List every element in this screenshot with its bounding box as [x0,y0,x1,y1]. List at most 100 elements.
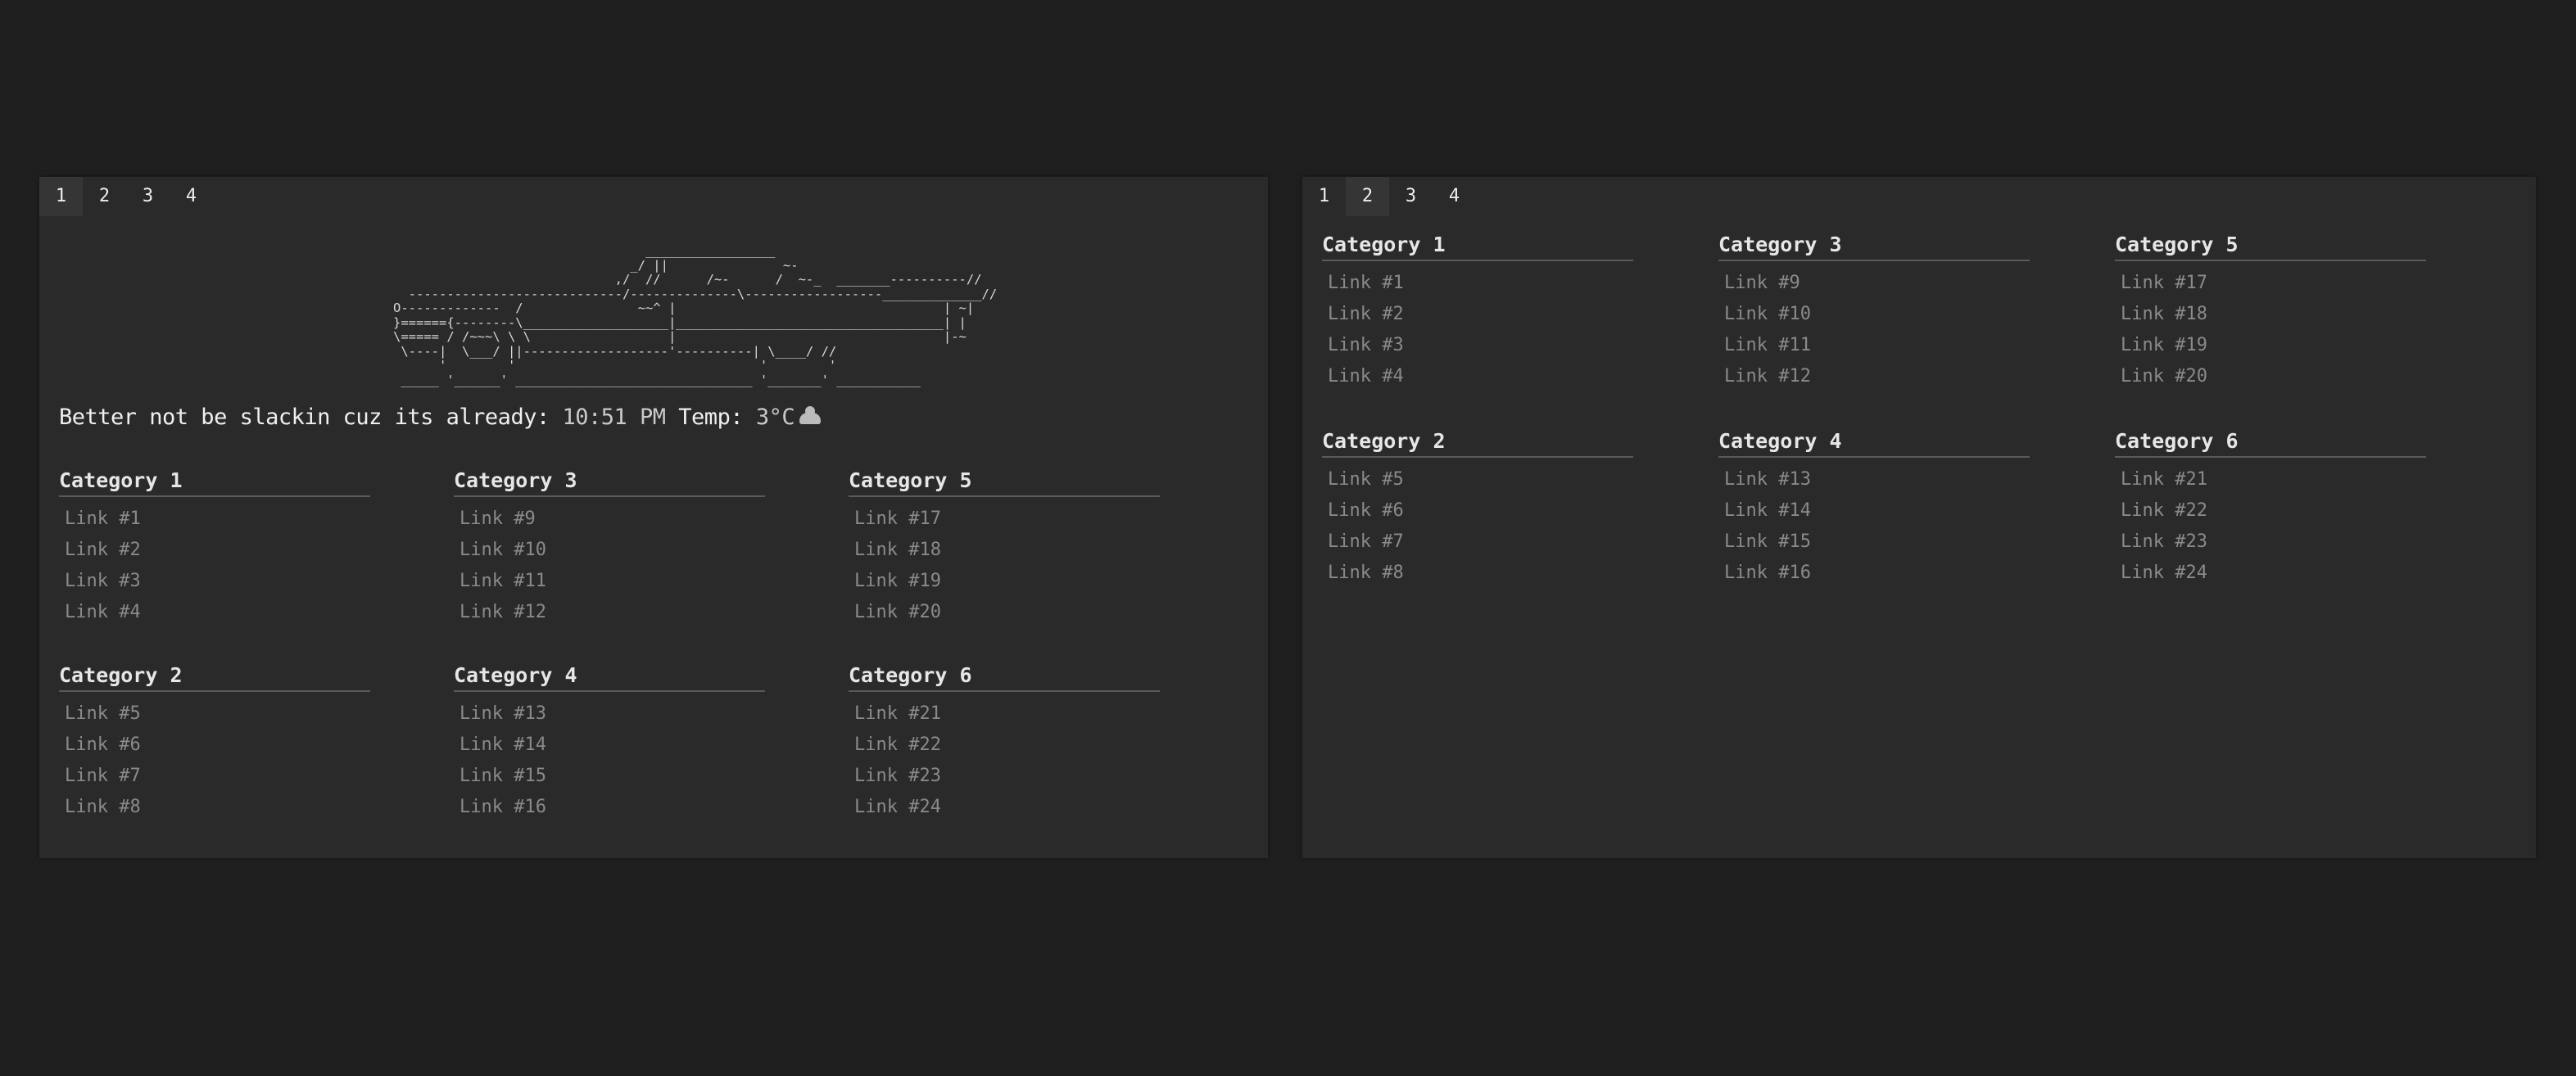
category-3: Category 3 Link #9 Link #10 Link #11 Link #1… [1718,233,2030,392]
link-item[interactable]: Link #9 [1718,268,2030,299]
link-item[interactable]: Link #6 [1322,495,1633,527]
tab-2[interactable]: 2 [1346,177,1389,216]
link-item[interactable]: Link #8 [1322,558,1633,589]
temperature: 3°C [755,405,795,430]
link-list: Link #21 Link #22 Link #23 Link #24 [2115,464,2426,589]
link-item[interactable]: Link #4 [59,597,370,628]
greeting-text: Better not be slackin cuz its already: [59,405,550,430]
link-item[interactable]: Link #10 [1718,299,2030,330]
link-item[interactable]: Link #12 [454,597,765,628]
link-item[interactable]: Link #15 [1718,527,2030,558]
link-item[interactable]: Link #8 [59,792,370,823]
link-item[interactable]: Link #17 [849,504,1160,535]
cloud-icon [799,405,822,424]
link-item[interactable]: Link #13 [1718,464,2030,495]
category-6: Category 6 Link #21 Link #22 Link #23 Link #… [2115,429,2426,589]
link-item[interactable]: Link #24 [849,792,1160,823]
category-1: Category 1 Link #1 Link #2 Link #3 Link #4 [1322,233,1633,392]
link-item[interactable]: Link #20 [2115,361,2426,392]
link-item[interactable]: Link #7 [59,761,370,792]
category-title: Category 3 [454,468,765,497]
tab-3[interactable]: 3 [1389,177,1433,216]
link-item[interactable]: Link #10 [454,535,765,566]
category-3: Category 3 Link #9 Link #10 Link #11 Link #1… [454,468,765,628]
link-item[interactable]: Link #19 [849,566,1160,597]
category-title: Category 5 [849,468,1160,497]
greeting: Better not be slackin cuz its already: 1… [59,405,822,430]
link-item[interactable]: Link #18 [849,535,1160,566]
link-item[interactable]: Link #22 [849,730,1160,761]
link-list: Link #5 Link #6 Link #7 Link #8 [1322,464,1633,589]
link-list: Link #1 Link #2 Link #3 Link #4 [1322,268,1633,392]
tab-1[interactable]: 1 [39,177,83,216]
link-item[interactable]: Link #16 [454,792,765,823]
category-2: Category 2 Link #5 Link #6 Link #7 Link #8 [59,663,370,823]
link-item[interactable]: Link #21 [849,698,1160,730]
link-list: Link #1 Link #2 Link #3 Link #4 [59,504,370,628]
category-title: Category 4 [1718,429,2030,458]
link-list: Link #5 Link #6 Link #7 Link #8 [59,698,370,823]
link-item[interactable]: Link #23 [2115,527,2426,558]
category-4: Category 4 Link #13 Link #14 Link #15 Link #… [1718,429,2030,589]
tab-4[interactable]: 4 [1433,177,1476,216]
category-6: Category 6 Link #21 Link #22 Link #23 Link #… [849,663,1160,823]
link-item[interactable]: Link #19 [2115,330,2426,361]
clock: 10:51 PM [562,405,666,430]
link-item[interactable]: Link #1 [59,504,370,535]
link-list: Link #13 Link #14 Link #15 Link #16 [454,698,765,823]
temp-label: Temp: [678,405,744,430]
tab-4[interactable]: 4 [170,177,213,216]
link-item[interactable]: Link #20 [849,597,1160,628]
tab-1[interactable]: 1 [1302,177,1346,216]
tab-2[interactable]: 2 [83,177,126,216]
link-item[interactable]: Link #4 [1322,361,1633,392]
category-title: Category 4 [454,663,765,692]
start-page-panel-1: 1 2 3 4 _________________ _/ || ~- ,/ //… [39,177,1268,858]
start-page-panel-2: 1 2 3 4 Category 1 Link #1 Link #2 Link #3 L… [1302,177,2536,858]
link-item[interactable]: Link #2 [1322,299,1633,330]
link-item[interactable]: Link #6 [59,730,370,761]
category-2: Category 2 Link #5 Link #6 Link #7 Link #8 [1322,429,1633,589]
link-item[interactable]: Link #3 [1322,330,1633,361]
link-list: Link #13 Link #14 Link #15 Link #16 [1718,464,2030,589]
link-list: Link #9 Link #10 Link #11 Link #12 [1718,268,2030,392]
link-item[interactable]: Link #22 [2115,495,2426,527]
link-item[interactable]: Link #1 [1322,268,1633,299]
category-4: Category 4 Link #13 Link #14 Link #15 Link #… [454,663,765,823]
category-title: Category 6 [849,663,1160,692]
link-item[interactable]: Link #2 [59,535,370,566]
link-item[interactable]: Link #11 [1718,330,2030,361]
tab-bar: 1 2 3 4 [39,177,213,216]
category-title: Category 2 [59,663,370,692]
link-list: Link #21 Link #22 Link #23 Link #24 [849,698,1160,823]
link-item[interactable]: Link #21 [2115,464,2426,495]
tab-3[interactable]: 3 [126,177,170,216]
link-item[interactable]: Link #16 [1718,558,2030,589]
link-item[interactable]: Link #12 [1718,361,2030,392]
link-item[interactable]: Link #18 [2115,299,2426,330]
category-title: Category 6 [2115,429,2426,458]
link-item[interactable]: Link #5 [59,698,370,730]
ascii-car-art: _________________ _/ || ~- ,/ // /~- / ~… [393,243,998,387]
link-item[interactable]: Link #5 [1322,464,1633,495]
link-list: Link #17 Link #18 Link #19 Link #20 [2115,268,2426,392]
link-list: Link #17 Link #18 Link #19 Link #20 [849,504,1160,628]
category-title: Category 2 [1322,429,1633,458]
link-item[interactable]: Link #23 [849,761,1160,792]
link-item[interactable]: Link #14 [454,730,765,761]
link-item[interactable]: Link #3 [59,566,370,597]
category-title: Category 1 [1322,233,1633,261]
link-item[interactable]: Link #7 [1322,527,1633,558]
link-item[interactable]: Link #24 [2115,558,2426,589]
category-title: Category 3 [1718,233,2030,261]
link-item[interactable]: Link #11 [454,566,765,597]
link-list: Link #9 Link #10 Link #11 Link #12 [454,504,765,628]
link-item[interactable]: Link #14 [1718,495,2030,527]
link-item[interactable]: Link #17 [2115,268,2426,299]
category-title: Category 5 [2115,233,2426,261]
link-item[interactable]: Link #15 [454,761,765,792]
link-item[interactable]: Link #9 [454,504,765,535]
category-1: Category 1 Link #1 Link #2 Link #3 Link #4 [59,468,370,628]
category-title: Category 1 [59,468,370,497]
link-item[interactable]: Link #13 [454,698,765,730]
